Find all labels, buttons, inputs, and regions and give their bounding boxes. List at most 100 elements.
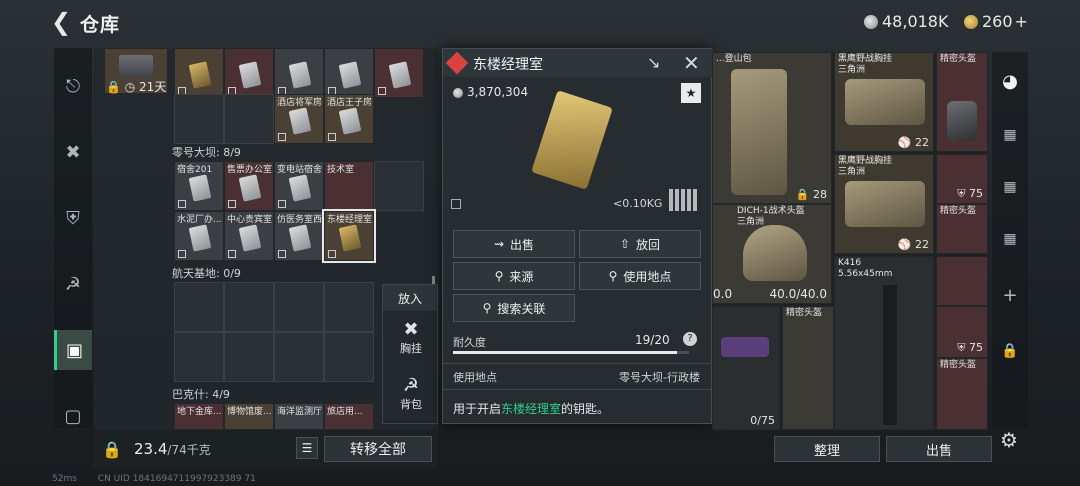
key-card-icon (238, 61, 262, 89)
item-name: 黑鹰野战胸挂 三角洲 (838, 54, 893, 75)
slot-label: 售票办公室 (227, 165, 273, 175)
key-card-icon (338, 224, 362, 252)
add-tab-icon[interactable]: + (992, 278, 1028, 312)
helmet-item[interactable]: ⛨ 75 (936, 154, 988, 204)
key-card-slot[interactable]: 酒店将军房 (274, 94, 324, 144)
desc-suffix: 的钥匙。 (561, 402, 610, 416)
price-readout: 3,870,304 (453, 85, 528, 99)
helmet-item[interactable]: 精密头盔 (782, 306, 834, 430)
key-card-slot[interactable] (174, 48, 224, 98)
chest-rig-item[interactable]: 黑鹰野战胸挂 三角洲 ⚾ 22 (834, 52, 934, 152)
close-icon[interactable]: ✕ (683, 51, 700, 75)
settings-gear-icon[interactable]: ⚙ (1000, 428, 1018, 452)
empty-slot[interactable] (174, 332, 224, 382)
location-button[interactable]: ⚲ 使用地点 (579, 262, 701, 290)
nav-chest-rig-icon[interactable]: ✖ (54, 132, 92, 172)
empty-slot[interactable] (224, 282, 274, 332)
key-card-slot[interactable]: 中心贵宾室 (224, 211, 274, 261)
chest-rig-image (845, 79, 925, 125)
help-icon[interactable]: ? (683, 332, 697, 346)
source-button[interactable]: ⚲ 来源 (453, 262, 575, 290)
key-card-slot[interactable] (324, 48, 374, 98)
empty-slot[interactable] (274, 282, 324, 332)
item-name: 精密头盔 (940, 54, 977, 64)
lock-icon[interactable]: 🔒 (992, 334, 1028, 368)
key-card-slot[interactable] (274, 48, 324, 98)
backpack-icon: ☭ (402, 375, 420, 396)
key-card-slot[interactable]: 博物馆废... (224, 403, 274, 430)
nav-keys-icon[interactable]: ▣ (54, 330, 92, 370)
empty-slot[interactable] (274, 332, 324, 382)
weapon-part-item[interactable]: 0/75 (712, 306, 780, 430)
nav-weapons-icon[interactable]: ⎋ (54, 66, 92, 106)
nav-armor-icon[interactable]: ⛨ (54, 198, 92, 238)
menu-item-chest-rig[interactable]: ✖ 胸挂 (383, 315, 439, 367)
item-durability-value: 75 (969, 341, 983, 354)
safe-box-icon[interactable]: ◕ (992, 64, 1028, 98)
key-card-slot[interactable]: 水泥厂办... (174, 211, 224, 261)
item-durability-value: 75 (969, 187, 983, 200)
key-card-icon (188, 61, 212, 89)
search-related-button[interactable]: ⚲ 搜索关联 (453, 294, 575, 322)
key-card-slot[interactable]: 地下金库... (174, 403, 224, 430)
back-arrow-icon[interactable]: ❮ (48, 8, 74, 36)
key-card-slot[interactable]: 技术室 (324, 161, 374, 211)
slot-label: 博物馆废... (227, 407, 272, 417)
nav-backpack-icon[interactable]: ☭ (54, 264, 92, 304)
divider (443, 389, 713, 390)
helmet-item[interactable]: 精密头盔 (936, 358, 988, 430)
menu-item-backpack[interactable]: ☭ 背包 (383, 371, 439, 423)
storage-tab-icon[interactable]: ▦ (992, 170, 1028, 204)
key-card-slot[interactable]: 售票办公室 (224, 161, 274, 211)
desc-highlight: 东楼经理室 (501, 402, 562, 416)
key-card-icon (288, 107, 312, 135)
transfer-all-button[interactable]: 转移全部 (324, 436, 432, 462)
nav-toolbox-icon[interactable]: ▢ (54, 396, 92, 436)
helmet-item[interactable]: 精密头盔 (936, 52, 988, 152)
chest-rig-item[interactable]: 黑鹰野战胸挂 三角洲 ⚾ 22 (834, 154, 934, 254)
key-card-slot[interactable] (224, 48, 274, 98)
key-card-slot[interactable]: 变电站宿舍 (274, 161, 324, 211)
collapse-icon[interactable]: ↘ (647, 53, 660, 72)
key-card-slot[interactable]: 仿医务室西 (274, 211, 324, 261)
selected-key-card-slot[interactable]: 东楼经理室 (322, 209, 376, 263)
key-card-slot[interactable]: 旅店用... (324, 403, 374, 430)
popup-header: 东楼经理室 ↘ ✕ (443, 49, 713, 77)
empty-slot[interactable] (324, 282, 374, 332)
item-count: 🔒 28 (795, 188, 827, 201)
list-view-icon[interactable]: ☰ (296, 437, 318, 459)
sell-button[interactable]: ⇝ 出售 (453, 230, 575, 258)
durability-fill (453, 351, 678, 354)
tactical-helmet-item[interactable]: DICH-1战术头盔 三角洲 40.0/40.0 0.0 (712, 204, 832, 304)
gold-currency[interactable]: 260 + (964, 12, 1028, 31)
empty-slot[interactable] (224, 332, 274, 382)
helmet-item[interactable] (936, 256, 988, 306)
empty-slot[interactable] (174, 94, 224, 144)
favorite-star-icon[interactable]: ★ (681, 83, 701, 103)
key-card-slot[interactable] (374, 48, 424, 98)
helmet-item[interactable]: 精密头盔 (936, 204, 988, 254)
key-card-icon (338, 107, 362, 135)
key-card-slot[interactable]: 海洋监测厅 (274, 403, 324, 430)
page-title: 仓库 (80, 14, 121, 36)
organize-button[interactable]: 整理 (774, 436, 880, 462)
key-card-slot[interactable]: 宿舍201 (174, 161, 224, 211)
key-card-icon (188, 174, 212, 202)
large-backpack-item[interactable]: ...登山包 🔒 28 (712, 52, 832, 204)
add-gold-icon[interactable]: + (1015, 12, 1028, 31)
key-card-icon (238, 174, 262, 202)
empty-slot[interactable] (224, 94, 274, 144)
helmet-item[interactable]: ⛨ 75 (936, 306, 988, 358)
return-label: 放回 (636, 237, 661, 252)
rifle-item[interactable]: K416 5.56x45mm (834, 256, 934, 430)
empty-slot[interactable] (174, 282, 224, 332)
storage-tab-icon[interactable]: ▦ (992, 222, 1028, 256)
empty-slot[interactable] (374, 161, 424, 211)
key-card-slot[interactable]: 酒店王子房 (324, 94, 374, 144)
storage-tab-icon[interactable]: ▦ (992, 118, 1028, 152)
source-label: 来源 (509, 269, 534, 284)
return-button[interactable]: ⇧ 放回 (579, 230, 701, 258)
weight-readout: 23.4/74千克 (134, 440, 211, 458)
sell-all-button[interactable]: 出售 (886, 436, 992, 462)
empty-slot[interactable] (324, 332, 374, 382)
